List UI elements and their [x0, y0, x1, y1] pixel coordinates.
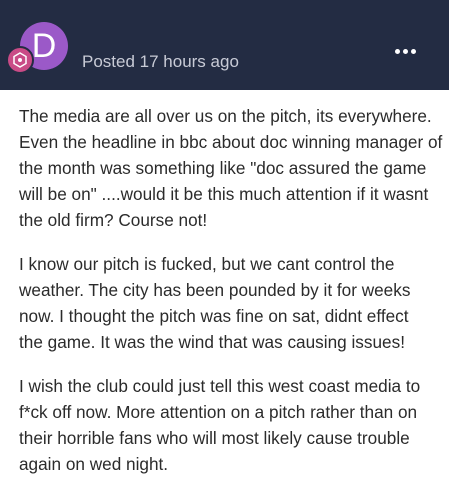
- text-line: the game. It was the wind that was causi…: [19, 332, 405, 352]
- paragraph: I know our pitch is fucked, but we cant …: [19, 251, 443, 355]
- rank-badge-icon: [6, 46, 34, 74]
- text-line: their horrible fans who will most likely…: [19, 428, 410, 448]
- more-options-icon[interactable]: [394, 44, 418, 58]
- post-view: D Posted 17 hours ago The media are all …: [0, 0, 449, 500]
- paragraph: I wish the club could just tell this wes…: [19, 373, 443, 477]
- posted-timestamp: Posted 17 hours ago: [82, 52, 239, 71]
- text-line: The media are all over us on the pitch, …: [19, 106, 432, 126]
- text-line: again on wed night.: [19, 454, 169, 474]
- text-line: now. I thought the pitch was fine on sat…: [19, 306, 409, 326]
- post-body: The media are all over us on the pitch, …: [19, 103, 443, 495]
- paragraph: The media are all over us on the pitch, …: [19, 103, 443, 233]
- text-line: Even the headline in bbc about doc winni…: [19, 132, 443, 152]
- text-line: f*ck off now. More attention on a pitch …: [19, 402, 418, 422]
- text-line: I wish the club could just tell this wes…: [19, 376, 421, 396]
- post-header: D Posted 17 hours ago: [0, 0, 449, 90]
- text-line: the month was something like "doc assure…: [19, 158, 427, 178]
- text-line: the old firm? Course not!: [19, 210, 208, 230]
- text-line: will be on" ....would it be this much at…: [19, 184, 429, 204]
- text-line: weather. The city has been pounded by it…: [19, 280, 411, 300]
- text-line: I know our pitch is fucked, but we cant …: [19, 254, 395, 274]
